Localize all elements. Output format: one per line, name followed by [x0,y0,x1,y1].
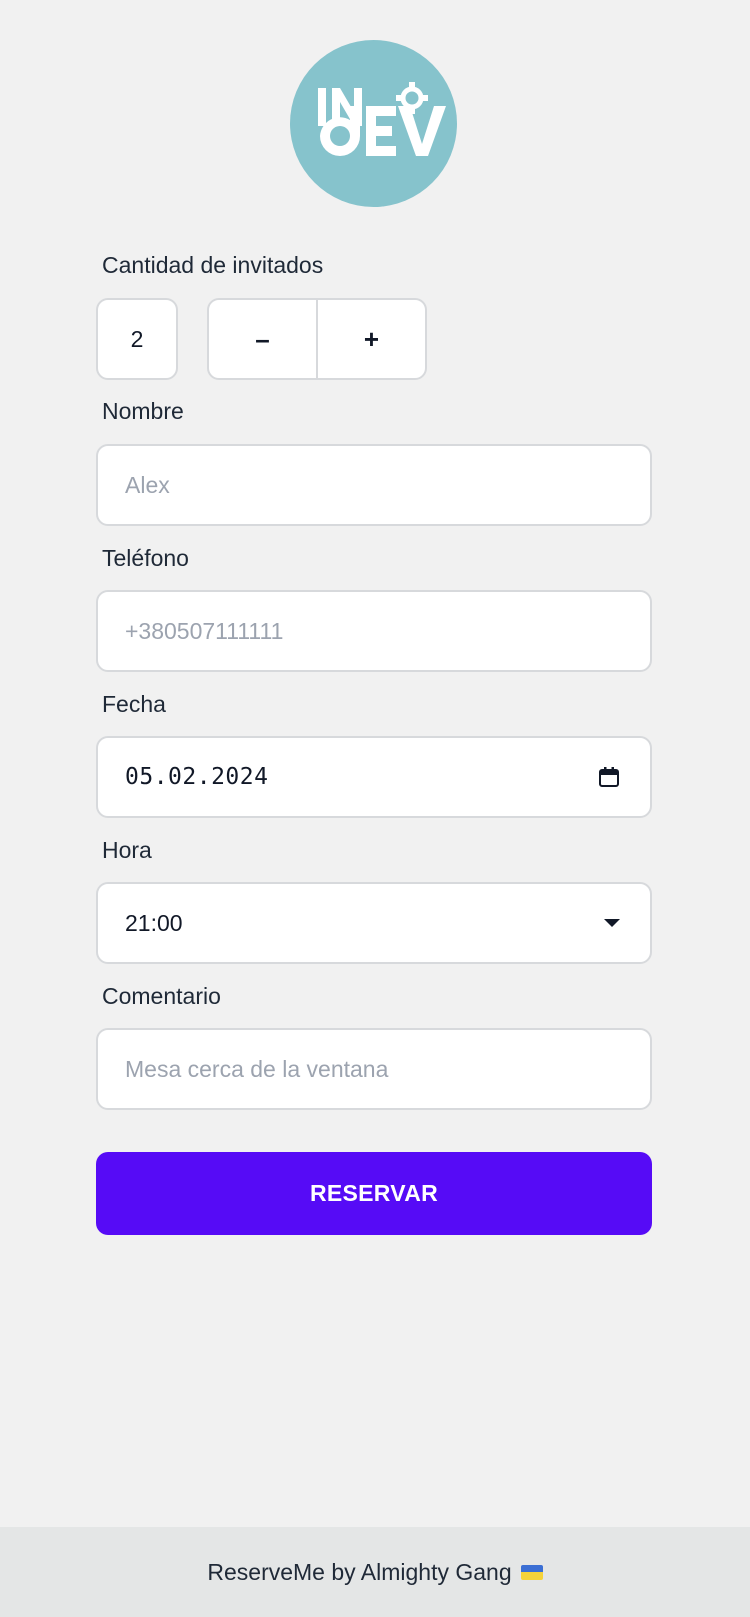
comment-input[interactable] [125,1055,620,1083]
phone-label: Teléfono [102,545,189,571]
increment-button[interactable]: + [316,300,425,378]
footer: ReserveMe by Almighty Gang [0,1527,750,1617]
phone-field-container [96,590,652,672]
logo-mark-icon [318,82,446,156]
time-select[interactable]: 21:00 [96,882,652,964]
phone-input[interactable] [125,617,620,645]
comment-label: Comentario [102,983,221,1009]
footer-text: ReserveMe by Almighty Gang [207,1558,512,1585]
chevron-down-icon [604,919,620,927]
decrement-button[interactable]: – [209,300,316,378]
date-value: 05.02.2024 [125,764,269,790]
guests-label: Cantidad de invitados [102,252,324,278]
time-value: 21:00 [125,909,183,936]
time-label: Hora [102,837,152,863]
calendar-icon[interactable] [598,766,620,788]
name-input[interactable] [125,471,620,499]
guests-count[interactable]: 2 [96,298,178,380]
date-label: Fecha [102,691,166,717]
name-field-container [96,444,652,526]
brand-logo [290,40,457,207]
date-input[interactable]: 05.02.2024 [96,736,652,818]
guests-stepper: – + [207,298,427,380]
reserve-button[interactable]: RESERVAR [96,1152,652,1235]
ukraine-flag-icon [520,1564,543,1580]
reservation-page: Cantidad de invitados 2 – + Nombre Teléf… [0,0,750,1617]
comment-field-container [96,1028,652,1110]
name-label: Nombre [102,398,184,424]
